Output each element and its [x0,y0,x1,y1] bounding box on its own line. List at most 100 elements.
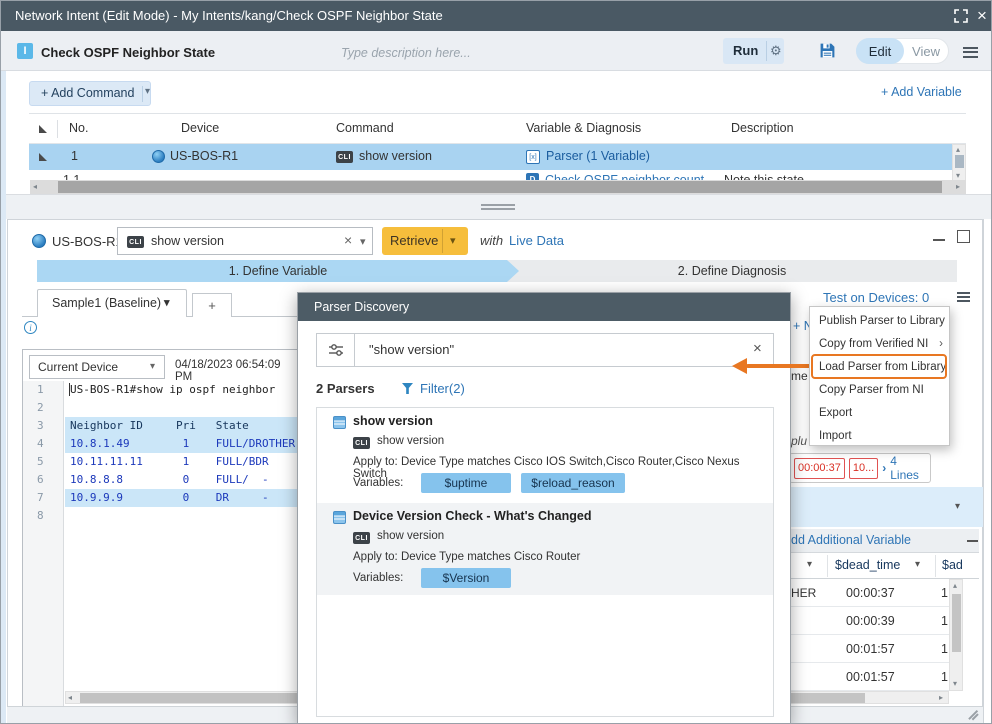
vscroll-thumb[interactable] [955,155,964,168]
parser-card[interactable]: Device Version Check - What's Changed CL… [317,503,773,595]
variable-row[interactable]: 00:01:57 1 [789,635,949,663]
edit-toggle-option[interactable]: Edit [856,38,904,64]
col-chevron-icon[interactable]: ▾ [915,559,920,570]
source-select[interactable]: Current Device ▾ [29,355,165,379]
row-expand-icon[interactable] [39,153,47,161]
menu-load-parser-from-library[interactable]: Load Parser from Library [810,356,949,379]
parser-card[interactable]: show version CLI show version Apply to: … [317,408,773,503]
sliders-icon [327,341,345,359]
window-title: Network Intent (Edit Mode) - My Intents/… [15,8,443,23]
panel-maximize-icon[interactable] [957,230,970,243]
resize-grip-icon[interactable] [967,709,979,721]
variable-chip[interactable]: $reload_reason [521,473,625,493]
code-line[interactable]: Neighbor ID Pri State [70,419,249,432]
add-command-button[interactable]: + Add Command ▾ [29,81,151,106]
col-divider [827,555,828,577]
panel-minimize-icon[interactable] [933,239,945,241]
add-command-chevron-icon[interactable]: ▾ [145,86,150,97]
tab-sample1[interactable]: Sample1 (Baseline) ▾ [37,289,187,317]
tab-chevron-icon[interactable]: ▾ [164,296,170,309]
parser-menu-icon[interactable] [957,290,970,304]
search-filter-cell[interactable] [317,334,355,366]
viewer-hscroll-thumb[interactable] [80,693,300,703]
search-clear-icon[interactable]: × [753,340,762,357]
close-icon[interactable]: × [973,5,991,27]
select-chevron-icon[interactable]: ▾ [150,361,155,372]
address-chip[interactable]: 10... [849,458,878,479]
variable-chip[interactable]: $Version [421,568,511,588]
band-dropdown-icon[interactable]: ▾ [955,501,960,512]
step2-define-diagnosis[interactable]: 2. Define Diagnosis [507,260,957,282]
col-chevron-icon[interactable]: ▾ [807,559,812,570]
tab-add-sample[interactable]: + [192,293,232,317]
info-icon[interactable]: i [24,321,37,334]
menu-export[interactable]: Export [810,402,949,425]
retrieve-button[interactable]: Retrieve [390,233,438,248]
add-column-fragment[interactable]: $ad [942,558,963,572]
retrieve-chevron-icon[interactable]: ▾ [450,234,456,247]
parser-name[interactable]: Device Version Check - What's Changed [353,509,591,523]
add-variable-link[interactable]: + Add Variable [881,85,962,99]
variable-row[interactable]: 00:01:57 1 [789,663,949,691]
parser-name[interactable]: show version [353,414,433,428]
dialog-titlebar[interactable]: Parser Discovery [298,293,790,321]
search-input[interactable]: "show version" [369,342,454,357]
variable-row[interactable]: HER 00:00:37 1 [789,579,949,607]
splitter-handle[interactable] [481,204,515,206]
line-number: 6 [37,473,44,486]
viewer-hscrollbar[interactable]: ◂ [65,691,300,704]
view-toggle-option[interactable]: View [903,39,949,63]
menu-copy-parser-from-ni[interactable]: Copy Parser from NI [810,379,949,402]
filter-link[interactable]: Filter(2) [420,381,465,396]
vscroll-thumb[interactable] [952,594,961,652]
hscroll-thumb[interactable] [791,693,865,703]
panel-splitter[interactable] [1,194,992,219]
maximize-icon[interactable] [954,9,968,23]
run-button[interactable]: Run [733,43,758,58]
menu-import[interactable]: Import [810,425,949,448]
code-line[interactable]: US-BOS-R1#show ip ospf neighbor [70,383,275,396]
collapse-all-icon[interactable] [39,125,47,133]
scroll-right-icon[interactable]: ▸ [956,183,960,191]
combo-chevron-icon[interactable]: ▾ [360,235,366,248]
command-combobox[interactable]: CLI show version × ▾ [117,227,373,255]
scroll-left-icon[interactable]: ◂ [33,183,37,191]
lines-link[interactable]: 4 Lines [890,454,926,482]
scroll-left-icon[interactable]: ◂ [68,694,72,702]
scroll-down-icon[interactable]: ▾ [956,172,960,180]
code-line[interactable]: 10.8.1.49 1 FULL/DROTHER [70,437,295,450]
variable-vscrollbar[interactable]: ▴ ▾ [949,579,963,691]
dead-time-chip[interactable]: 00:00:37 [794,458,845,479]
variable-row[interactable]: 00:00:39 1 [789,607,949,635]
test-on-devices-link[interactable]: Test on Devices: 0 [823,290,929,305]
code-line[interactable]: 10.8.8.8 0 FULL/ - [70,473,269,486]
code-line[interactable]: 10.11.11.11 1 FULL/BDR [70,455,269,468]
header-menu-icon[interactable] [963,44,978,60]
live-data-link[interactable]: Live Data [509,233,564,248]
code-line[interactable]: 10.9.9.9 0 DR - [70,491,269,504]
clear-command-icon[interactable]: × [344,232,352,248]
menu-publish-parser[interactable]: Publish Parser to Library [810,310,949,333]
scroll-up-icon[interactable]: ▴ [956,146,960,154]
variable-hscrollbar[interactable]: ▸ [789,691,949,704]
add-additional-variable-link[interactable]: dd Additional Variable [791,533,911,547]
table-hscrollbar[interactable]: ◂ ▸ [30,180,966,194]
row-variable[interactable]: Parser (1 Variable) [546,149,650,163]
funnel-icon[interactable] [402,383,413,394]
scroll-up-icon[interactable]: ▴ [953,582,957,590]
run-settings-gear-icon[interactable]: ⚙ [770,43,782,59]
hscroll-thumb[interactable] [58,181,942,193]
menu-copy-from-verified-ni[interactable]: Copy from Verified NI › [810,333,949,356]
variable-chip[interactable]: $uptime [421,473,511,493]
splitter-handle2[interactable] [481,208,515,210]
dead-time-column[interactable]: $dead_time [835,558,900,572]
scroll-down-icon[interactable]: ▾ [953,680,957,688]
scroll-right-icon[interactable]: ▸ [939,694,943,702]
table-row-selected[interactable]: 1 US-BOS-R1 CLI show version [x] Parser … [29,144,952,170]
parser-search-box[interactable]: "show version" × [316,333,774,367]
collapse-minus-icon[interactable] [967,540,978,542]
table-vscrollbar[interactable]: ▴ ▾ [952,144,966,181]
step1-define-variable[interactable]: 1. Define Variable [37,260,519,282]
description-input[interactable]: Type description here... [341,46,471,60]
save-icon[interactable] [819,42,836,59]
